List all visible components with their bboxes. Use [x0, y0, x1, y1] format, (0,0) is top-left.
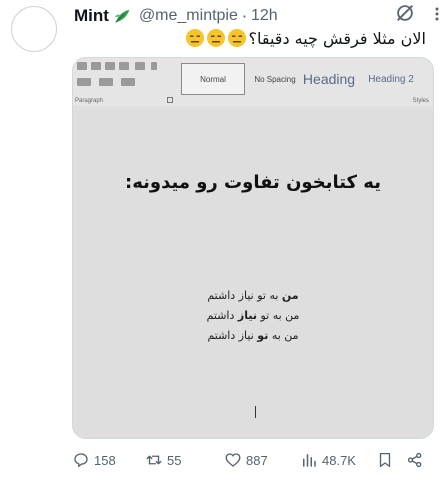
bookmark-icon	[379, 452, 391, 468]
views-count: 48.7K	[322, 452, 356, 468]
like-count: 887	[246, 452, 268, 468]
emoji-group	[185, 28, 247, 48]
borders-icon	[121, 78, 135, 86]
expressionless-face-icon	[206, 29, 225, 47]
document-lines: من به تو نیاز داشتم من به تو نیاز داشتم …	[73, 286, 433, 346]
user-handle[interactable]: @me_mintpie	[139, 7, 238, 25]
retweet-button[interactable]: 55	[145, 449, 181, 471]
reply-button[interactable]: 158	[72, 449, 116, 471]
document-page: یه کتابخون تفاوت رو میدونه: من به تو نیا…	[73, 106, 433, 438]
leaf-icon	[114, 9, 130, 23]
share-icon	[407, 452, 422, 468]
expressionless-face-icon	[185, 29, 204, 47]
style-heading-2[interactable]: Heading 2	[363, 63, 419, 95]
tweet-text: الان مثلا فرقش چیه دقیقا؟	[185, 28, 427, 48]
tweet-media-image[interactable]: Normal No Spacing Heading Heading 2 Para…	[72, 57, 434, 439]
sort-icon	[135, 62, 145, 70]
rtl-icon	[119, 62, 129, 70]
document-line-1: من به تو نیاز داشتم	[207, 289, 299, 302]
align-center-icon	[91, 62, 101, 70]
tweet-header: Mint @me_mintpie · 12h	[74, 4, 438, 28]
heart-icon	[225, 453, 241, 467]
align-right-icon	[105, 62, 115, 70]
display-name[interactable]: Mint	[74, 6, 109, 26]
document-line-3: من به تو نیاز داشتم	[207, 329, 299, 342]
timestamp[interactable]: 12h	[251, 7, 278, 25]
paragraph-group-label: Paragraph	[75, 98, 104, 104]
grok-icon[interactable]	[394, 2, 416, 24]
reply-icon	[74, 453, 88, 468]
align-left-icon	[77, 62, 87, 70]
text-cursor	[255, 406, 256, 418]
retweet-icon	[146, 455, 162, 465]
style-no-spacing[interactable]: No Spacing	[251, 63, 299, 95]
style-normal[interactable]: Normal	[181, 63, 245, 95]
bookmark-button[interactable]	[376, 449, 394, 471]
share-button[interactable]	[406, 449, 424, 471]
pilcrow-icon	[151, 62, 157, 70]
style-heading[interactable]: Heading	[301, 63, 357, 95]
paragraph-tools	[77, 62, 173, 94]
shading-icon	[99, 78, 113, 86]
views-button[interactable]: 48.7K	[300, 449, 356, 471]
reply-count: 158	[94, 452, 116, 468]
views-icon	[303, 454, 316, 467]
retweet-count: 55	[167, 452, 182, 468]
document-line-2: من به تو نیاز داشتم	[206, 309, 300, 322]
styles-group-label: Styles	[412, 98, 429, 104]
avatar[interactable]	[11, 6, 57, 52]
separator-dot: ·	[241, 6, 247, 26]
word-ribbon: Normal No Spacing Heading Heading 2 Para…	[73, 58, 433, 106]
document-title: یه کتابخون تفاوت رو میدونه:	[125, 172, 381, 193]
tweet-actions: 158 55 887 48.7K	[72, 449, 432, 471]
like-button[interactable]: 887	[224, 449, 268, 471]
dialog-launcher-icon	[167, 97, 173, 103]
line-spacing-icon	[77, 78, 91, 86]
expressionless-face-icon	[227, 29, 246, 47]
more-options-icon[interactable]	[428, 6, 446, 22]
tweet-text-body: الان مثلا فرقش چیه دقیقا؟	[248, 28, 427, 48]
